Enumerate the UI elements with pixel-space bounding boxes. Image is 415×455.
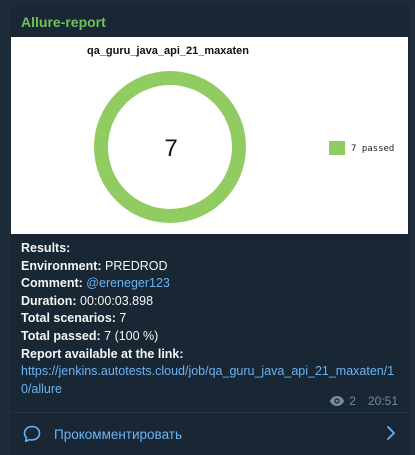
views-count: 2 [349, 394, 356, 408]
report-label: Report available at the link: [21, 346, 184, 361]
sender-name[interactable]: Allure-report [21, 14, 106, 30]
comment-line: Comment: @ereneger123 [21, 275, 401, 293]
comment-label: Comment: [21, 276, 83, 291]
total-scenarios-label: Total scenarios: [21, 311, 116, 326]
duration-label: Duration: [21, 293, 77, 308]
chart-center-value: 7 [164, 135, 177, 162]
comment-label: Прокомментировать [54, 426, 182, 442]
total-scenarios-value: 7 [119, 311, 127, 326]
results-heading: Results: [21, 241, 71, 255]
chevron-right-icon [387, 426, 395, 440]
chart-title: qa_guru_java_api_21_maxaten [87, 45, 249, 57]
legend-label: 7 passed [351, 144, 394, 154]
total-passed-label: Total passed: [21, 328, 101, 343]
eye-icon [330, 396, 345, 406]
message-time: 20:51 [367, 394, 398, 408]
environment-value: PREDROD [105, 258, 168, 273]
environment-label: Environment: [21, 258, 102, 273]
user-mention-link[interactable]: @ereneger123 [86, 276, 170, 290]
total-scenarios-line: Total scenarios: 7 [21, 310, 401, 328]
total-passed-line: Total passed: 7 (100 %) [21, 328, 401, 346]
duration-line: Duration: 00:00:03.898 [21, 293, 401, 311]
duration-value: 00:00:03.898 [80, 293, 154, 308]
message-bubble: Allure-report qa_guru_java_api_21_maxate… [10, 4, 410, 455]
legend-swatch [329, 141, 345, 155]
comment-icon [23, 425, 41, 442]
message-text: Results: Environment: PREDROD Comment: @… [21, 240, 401, 398]
message-meta: 2 20:51 [329, 394, 398, 408]
chart-legend: 7 passed [329, 141, 394, 155]
environment-line: Environment: PREDROD [21, 258, 401, 276]
total-passed-value: 7 (100 %) [104, 328, 159, 343]
donut-chart: qa_guru_java_api_21_maxaten 7 7 passed [87, 45, 394, 223]
chart-image[interactable]: qa_guru_java_api_21_maxaten 7 7 passed [11, 37, 408, 234]
comment-button[interactable]: Прокомментировать [10, 413, 410, 455]
